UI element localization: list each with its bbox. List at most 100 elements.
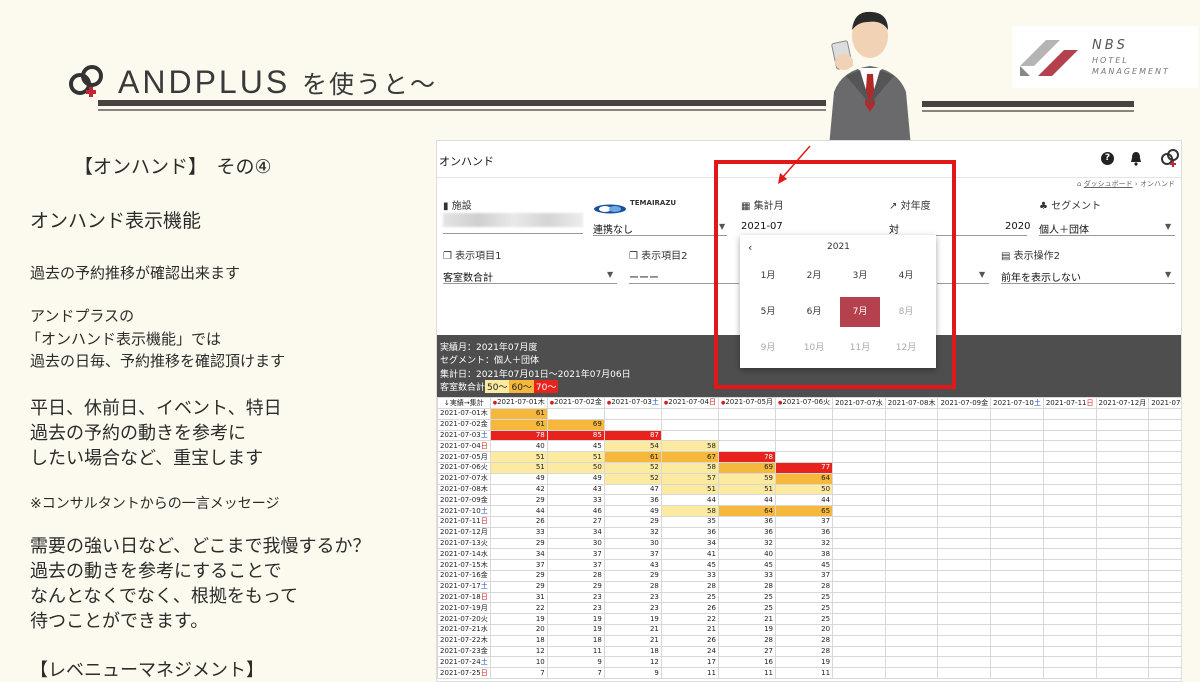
table-cell: 25 xyxy=(774,591,834,604)
title-suffix: を使うと〜 xyxy=(302,70,438,99)
app-page-title: オンハンド xyxy=(439,155,494,168)
table-cell: 28 xyxy=(774,580,834,593)
table-cell xyxy=(1148,537,1181,550)
legend-60: 60〜 xyxy=(509,380,534,393)
table-cell xyxy=(832,667,886,679)
display1-caret-icon: ▼ xyxy=(607,270,614,279)
table-cell xyxy=(937,408,992,420)
breadcrumb-current: オンハンド xyxy=(1139,180,1175,188)
nbs-logo-mark-icon xyxy=(1020,40,1078,76)
temairazu-select[interactable]: 連携なし xyxy=(593,221,633,236)
table-cell xyxy=(1095,505,1150,517)
table-row: 2021-07-01木 61 xyxy=(437,408,1181,420)
table-cell xyxy=(1095,429,1150,442)
table-cell: 42 xyxy=(489,483,548,496)
table-cell: 29 xyxy=(603,569,662,582)
table-row: 2021-07-18日 31 23 23 25 25 25 xyxy=(437,591,1181,604)
footer-heading: 【レベニューマネジメント】 xyxy=(30,660,264,681)
table-cell xyxy=(884,505,939,517)
table-cell: 69 xyxy=(546,418,605,431)
table-cell: 37 xyxy=(489,559,548,571)
table-cell: 28 xyxy=(717,634,777,647)
table-cell: 20 xyxy=(774,623,834,636)
table-cell xyxy=(937,472,992,485)
temairazu-label: TEMAIRAZU xyxy=(630,199,677,207)
table-cell: 51 xyxy=(546,451,605,463)
table-cell xyxy=(884,645,939,658)
table-cell: 50 xyxy=(774,483,834,496)
table-cell xyxy=(1095,569,1150,582)
table-cell xyxy=(1042,472,1097,485)
table-cell xyxy=(1042,613,1097,625)
grid-column-header: ●2021-07-02金 xyxy=(546,397,605,409)
segment-underline xyxy=(1039,235,1175,236)
table-cell: 49 xyxy=(603,505,662,517)
op2-select[interactable]: 前年を表示しない xyxy=(1001,269,1081,284)
help-icon[interactable]: ? xyxy=(1101,152,1114,165)
segment-select[interactable]: 個人＋団体 xyxy=(1039,221,1089,236)
table-cell: 34 xyxy=(546,526,605,539)
table-cell xyxy=(774,408,834,420)
table-cell xyxy=(1042,461,1097,474)
table-cell: 40 xyxy=(717,548,777,561)
table-cell xyxy=(1042,548,1097,561)
table-cell xyxy=(1042,537,1097,550)
table-cell xyxy=(1148,645,1181,658)
bell-icon[interactable] xyxy=(1129,151,1143,166)
heading: 【オンハンド】 その④ xyxy=(74,156,272,178)
table-cell: 45 xyxy=(717,559,777,571)
table-cell: 22 xyxy=(489,602,548,615)
table-cell xyxy=(717,429,777,442)
table-row: 2021-07-05月 51 51 61 67 78 xyxy=(437,451,1181,463)
table-cell xyxy=(884,418,939,431)
table-row: 2021-07-03土 78 85 87 xyxy=(437,429,1181,442)
table-cell xyxy=(1042,623,1097,636)
display2-select[interactable]: ーーー xyxy=(629,269,659,284)
table-cell xyxy=(1042,483,1097,496)
breadcrumb: ⌂ ダッシュボード › オンハンド xyxy=(1077,179,1175,189)
display1-underline xyxy=(443,283,617,284)
table-cell xyxy=(937,580,992,593)
table-cell xyxy=(937,559,992,571)
table-row: 2021-07-13火 29 30 30 34 32 32 xyxy=(437,537,1181,550)
table-cell: 21 xyxy=(660,623,719,636)
table-cell xyxy=(1148,408,1181,420)
table-cell: 29 xyxy=(489,569,548,582)
table-cell xyxy=(1042,559,1097,571)
andplus-app-icon[interactable] xyxy=(1159,147,1181,169)
table-cell xyxy=(1148,515,1181,528)
table-cell xyxy=(990,667,1044,679)
table-cell xyxy=(1042,408,1097,420)
table-cell xyxy=(937,656,992,669)
table-cell xyxy=(1095,451,1150,463)
title-brand: ANDPLUS xyxy=(118,64,291,100)
summary-month: 実績月：2021年07月度 xyxy=(440,343,538,353)
breadcrumb-home[interactable]: ダッシュボード xyxy=(1084,180,1133,188)
table-cell: 19 xyxy=(774,656,834,669)
table-cell: 12 xyxy=(603,656,662,669)
table-cell: 49 xyxy=(546,472,605,485)
table-cell: 18 xyxy=(603,645,662,658)
target-year-input[interactable]: 2020 xyxy=(1005,221,1030,232)
row-date: 2021-07-12月 xyxy=(437,526,491,539)
table-cell: 78 xyxy=(489,429,548,442)
red-dot-icon: ● xyxy=(720,400,726,406)
segment-caret-icon: ▼ xyxy=(1165,222,1172,231)
nbs-logo: NBS HOTEL MANAGEMENT xyxy=(1012,26,1198,88)
table-cell: 12 xyxy=(489,645,548,658)
grid-corner-header: ↓実績→集計 xyxy=(437,397,491,409)
table-cell: 19 xyxy=(546,623,605,636)
display1-select[interactable]: 客室数合計 xyxy=(443,269,493,284)
table-cell: 36 xyxy=(717,515,777,528)
table-cell: 58 xyxy=(660,505,719,517)
table-cell: 28 xyxy=(774,645,834,658)
grid-column-header: ●2021-07-01木 xyxy=(489,397,548,409)
grid-column-header: 2021-07-09金 xyxy=(937,397,992,409)
table-cell xyxy=(832,656,886,669)
paragraph-2-line2: 「オンハンド表示機能」では xyxy=(26,330,222,348)
facility-select-blurred[interactable] xyxy=(443,213,583,227)
grid-column-header: 2021-07-10土 xyxy=(990,397,1044,409)
red-dot-icon: ● xyxy=(549,400,555,406)
table-cell xyxy=(832,645,886,658)
row-date: 2021-07-21水 xyxy=(437,623,491,636)
